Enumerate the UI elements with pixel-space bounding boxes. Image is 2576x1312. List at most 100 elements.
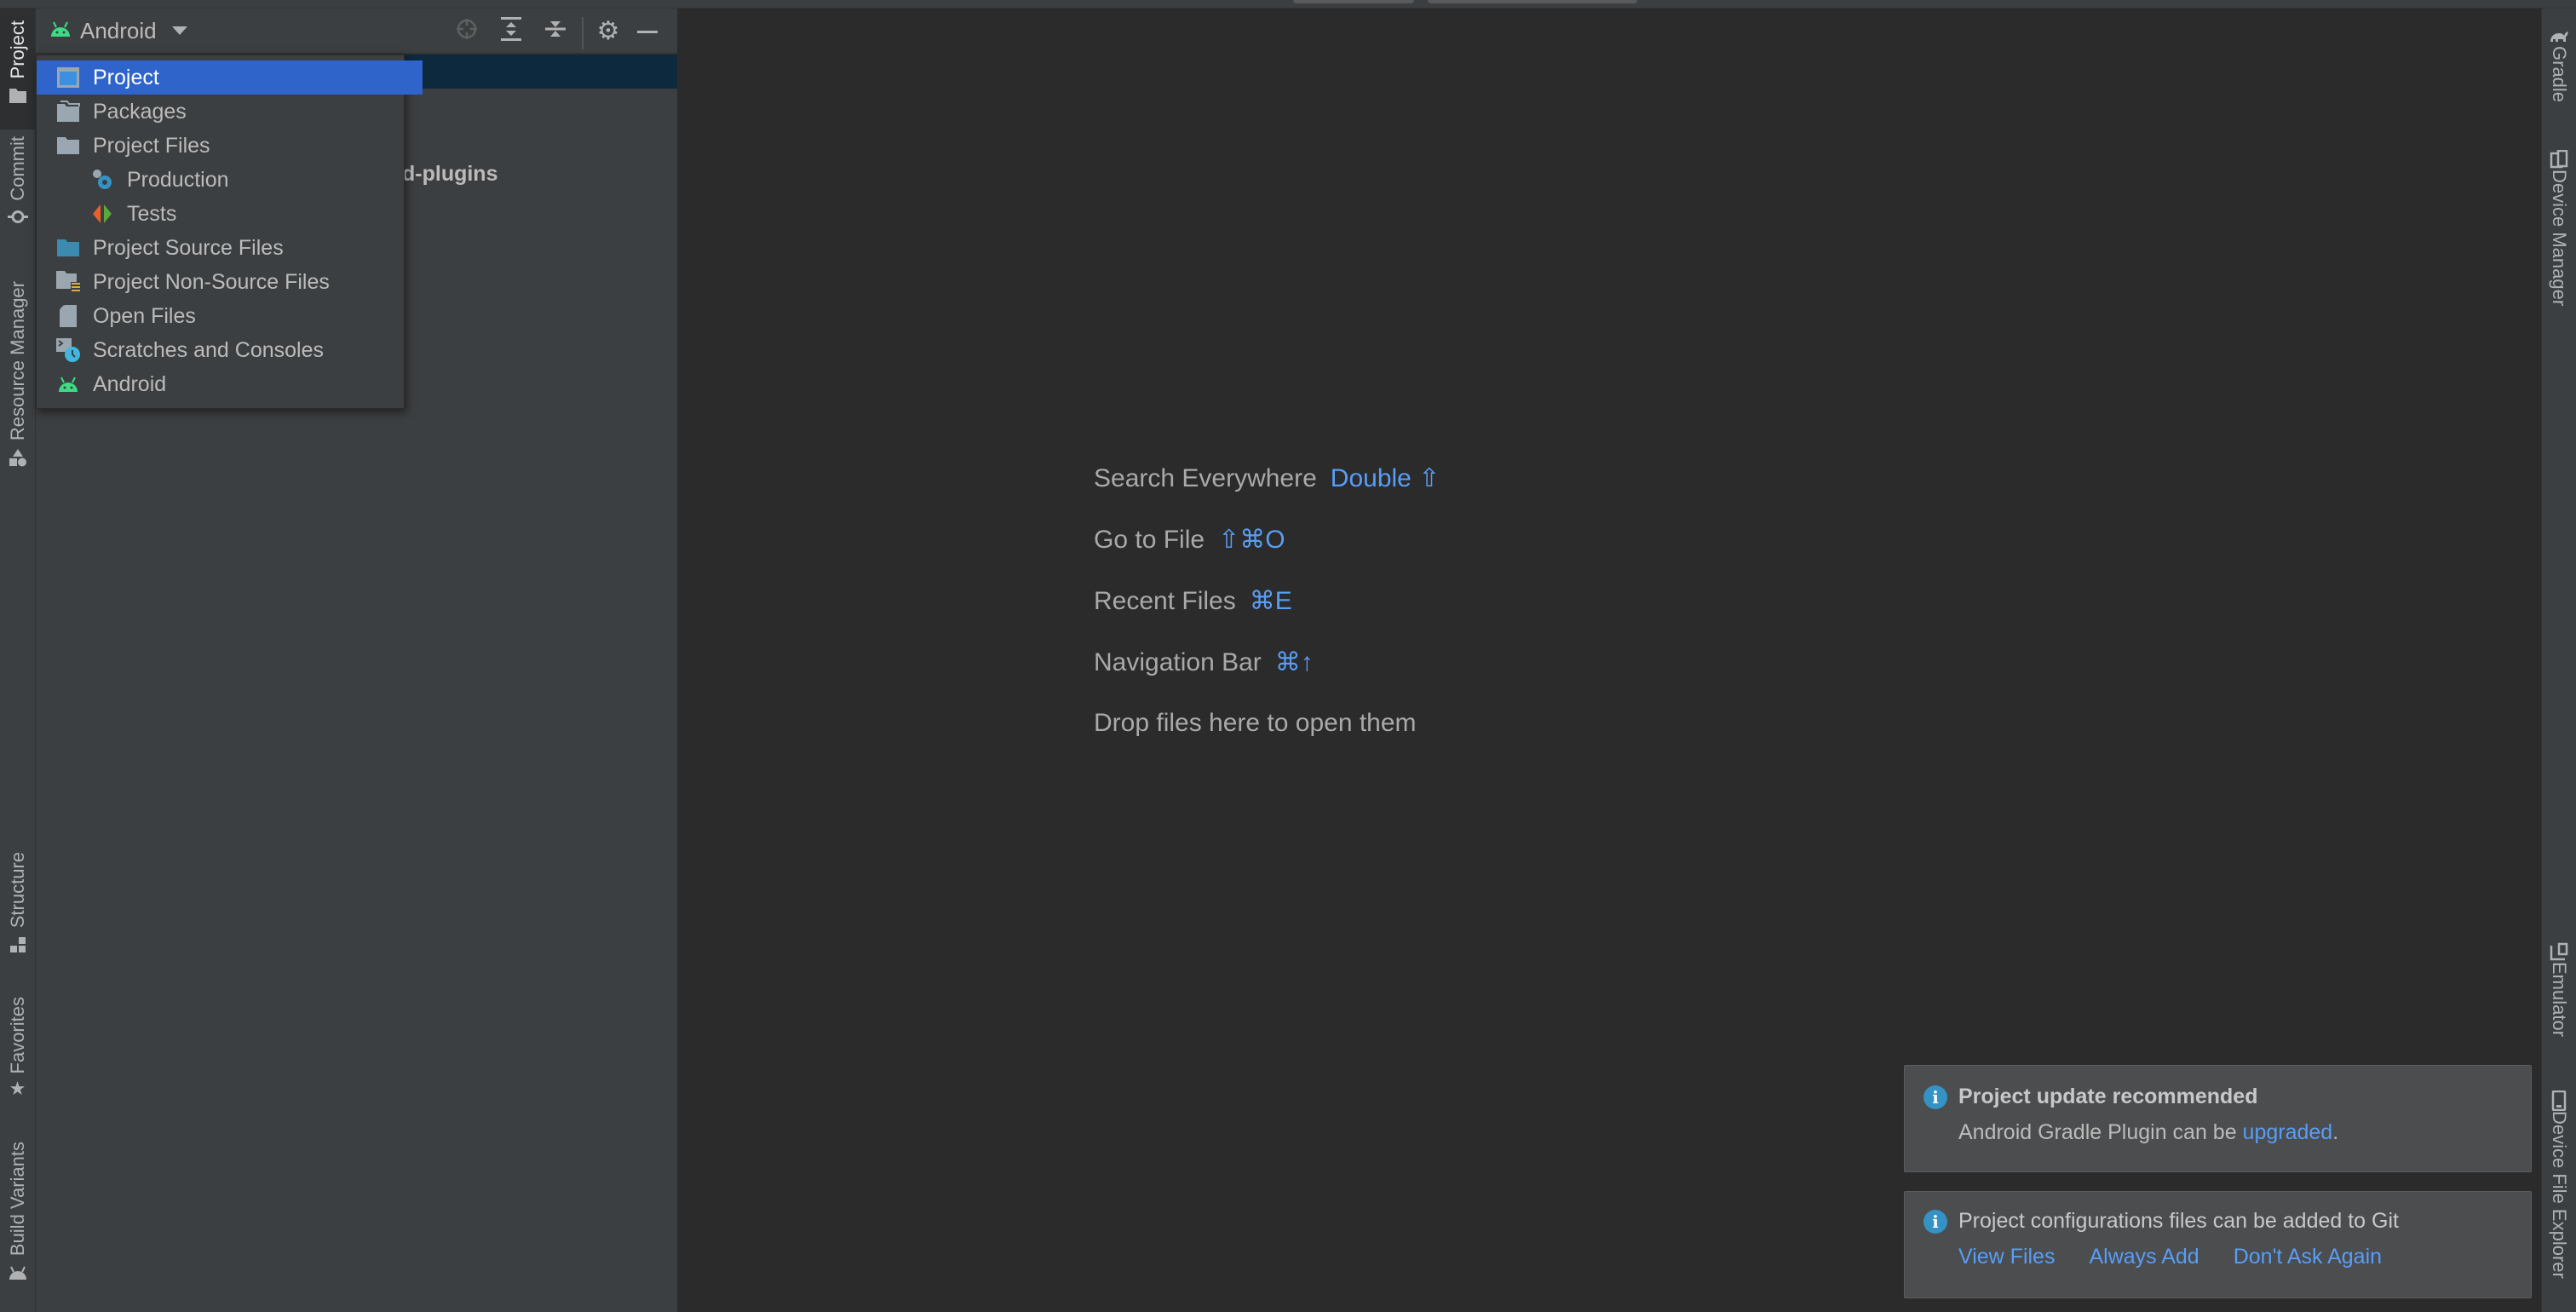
menu-item-label: Tests <box>127 201 177 226</box>
view-selector-label: Android <box>80 17 157 43</box>
phone-icon <box>2549 1090 2569 1111</box>
menu-item-tests[interactable]: Tests <box>37 197 457 231</box>
menu-item-label: Scratches and Consoles <box>93 337 324 362</box>
expand-all-button[interactable] <box>497 16 525 45</box>
always-add-link[interactable]: Always Add <box>2089 1245 2199 1269</box>
commit-icon <box>7 206 28 227</box>
menu-item-label: Project Source Files <box>93 235 284 260</box>
scratches-clock-icon <box>55 337 81 363</box>
menu-item-packages[interactable]: Packages <box>37 95 423 129</box>
gear-icon: ⚙ <box>596 16 620 45</box>
gradle-elephant-icon <box>2549 26 2569 46</box>
crosshair-icon <box>456 18 478 44</box>
notification-actions: View Files Always Add Don't Ask Again <box>1958 1245 2382 1269</box>
emulator-icon <box>2549 941 2569 962</box>
tool-tab-label: Favorites <box>6 997 28 1074</box>
resource-manager-icon <box>8 447 28 468</box>
tool-tab-favorites[interactable]: Favorites ★ <box>0 997 35 1116</box>
menu-item-project-files[interactable]: Project Files <box>37 129 423 163</box>
tool-tab-project[interactable]: Project <box>0 9 35 129</box>
menu-item-project[interactable]: Project <box>37 60 423 95</box>
notification-body-text: Android Gradle Plugin can be <box>1958 1120 2243 1144</box>
device-manager-icon <box>2549 149 2569 170</box>
menu-item-label: Project Non-Source Files <box>93 269 330 294</box>
menu-item-label: Open Files <box>93 303 196 328</box>
tool-tab-label: Device File Explorer <box>2549 1111 2570 1279</box>
menu-item-production[interactable]: Production <box>37 163 457 197</box>
hint-label: Search Everywhere <box>1094 464 1317 492</box>
tool-tab-gradle[interactable]: Gradle <box>2542 26 2576 128</box>
hint-search-everywhere: Search Everywhere Double ⇧ <box>1094 463 1440 493</box>
menu-item-scratches-and-consoles[interactable]: Scratches and Consoles <box>37 333 423 367</box>
notification-git-config: i Project configurations files can be ad… <box>1904 1191 2532 1298</box>
android-icon <box>55 371 81 397</box>
top-tab-indicator[interactable] <box>1293 0 1414 3</box>
tool-tab-label: Structure <box>6 852 28 929</box>
toolbar-separator <box>582 17 584 49</box>
tool-tab-label: Device Manager <box>2549 170 2570 307</box>
structure-icon <box>8 935 28 955</box>
tool-tab-device-manager[interactable]: Device Manager <box>2542 149 2576 337</box>
tool-tab-resource-manager[interactable]: Resource Manager <box>0 281 35 486</box>
tool-tab-build-variants[interactable]: Build Variants <box>0 1142 35 1303</box>
packages-icon <box>55 99 81 124</box>
project-window-icon <box>55 65 81 90</box>
upgraded-link[interactable]: upgraded <box>2243 1120 2333 1144</box>
top-tab-indicator[interactable] <box>1428 0 1637 3</box>
expand-all-icon <box>501 16 521 45</box>
info-icon: i <box>1923 1210 1947 1234</box>
tool-tab-label: Build Variants <box>6 1142 28 1257</box>
hint-drop-files: Drop files here to open them <box>1094 709 1417 738</box>
menu-item-android[interactable]: Android <box>37 367 423 401</box>
build-variants-icon <box>8 1263 28 1283</box>
settings-button[interactable]: ⚙ <box>595 16 622 45</box>
tool-tab-commit[interactable]: Commit <box>0 136 35 256</box>
hint-go-to-file: Go to File ⇧⌘O <box>1094 525 1285 555</box>
window-top-bar <box>0 0 2576 9</box>
notification-body: Android Gradle Plugin can be upgraded. <box>1958 1120 2338 1145</box>
hint-shortcut: ⌘↑ <box>1274 648 1314 676</box>
hide-panel-button[interactable] <box>634 17 661 44</box>
hint-label: Go to File <box>1094 526 1205 554</box>
production-gears-icon <box>89 167 115 193</box>
notification-title: Project configurations files can be adde… <box>1958 1209 2399 1233</box>
hint-navigation-bar: Navigation Bar ⌘↑ <box>1094 647 1314 677</box>
menu-item-label: Android <box>93 371 167 396</box>
locate-file-button[interactable] <box>453 17 480 44</box>
hint-shortcut: ⌘E <box>1249 587 1292 615</box>
collapse-all-button[interactable] <box>542 17 569 44</box>
hint-label: Recent Files <box>1094 587 1236 615</box>
tool-tab-label: Commit <box>6 136 28 201</box>
hint-recent-files: Recent Files ⌘E <box>1094 586 1292 616</box>
left-tool-strip: Project Commit Resource Manager Structur… <box>0 9 36 1312</box>
notification-body-suffix: . <box>2332 1120 2339 1144</box>
hint-label: Drop files here to open them <box>1094 709 1417 737</box>
hint-label: Navigation Bar <box>1094 648 1262 676</box>
tool-tab-label: Gradle <box>2549 46 2570 103</box>
info-icon: i <box>1923 1085 1947 1109</box>
hint-shortcut: ⇧⌘O <box>1218 526 1285 554</box>
hint-shortcut: Double ⇧ <box>1330 464 1440 492</box>
notification-project-update: i Project update recommended Android Gra… <box>1904 1065 2532 1172</box>
tool-tab-structure[interactable]: Structure <box>0 852 35 971</box>
tool-tab-label: Emulator <box>2549 962 2570 1038</box>
menu-item-label: Project Files <box>93 133 210 158</box>
view-files-link[interactable]: View Files <box>1958 1245 2055 1269</box>
view-selector-dropdown[interactable]: Android <box>49 15 187 46</box>
menu-item-project-non-source-files[interactable]: Project Non-Source Files <box>37 265 423 299</box>
tool-tab-device-file-explorer[interactable]: Device File Explorer <box>2542 1090 2576 1303</box>
tool-tab-emulator[interactable]: Emulator <box>2542 941 2576 1069</box>
tool-tab-label: Resource Manager <box>6 281 28 441</box>
folder-icon <box>55 133 81 158</box>
menu-item-project-source-files[interactable]: Project Source Files <box>37 231 423 265</box>
menu-item-label: Project <box>93 65 159 89</box>
view-dropdown-menu: Project Packages Project Files Productio… <box>36 55 423 409</box>
notification-title: Project update recommended <box>1958 1085 2258 1108</box>
folder-icon <box>8 85 28 106</box>
dont-ask-again-link[interactable]: Don't Ask Again <box>2234 1245 2382 1269</box>
non-source-folder-icon <box>55 269 81 295</box>
source-folder-icon <box>55 235 81 261</box>
menu-item-open-files[interactable]: Open Files <box>37 299 423 333</box>
tests-icon <box>89 201 115 227</box>
android-icon <box>49 20 72 42</box>
